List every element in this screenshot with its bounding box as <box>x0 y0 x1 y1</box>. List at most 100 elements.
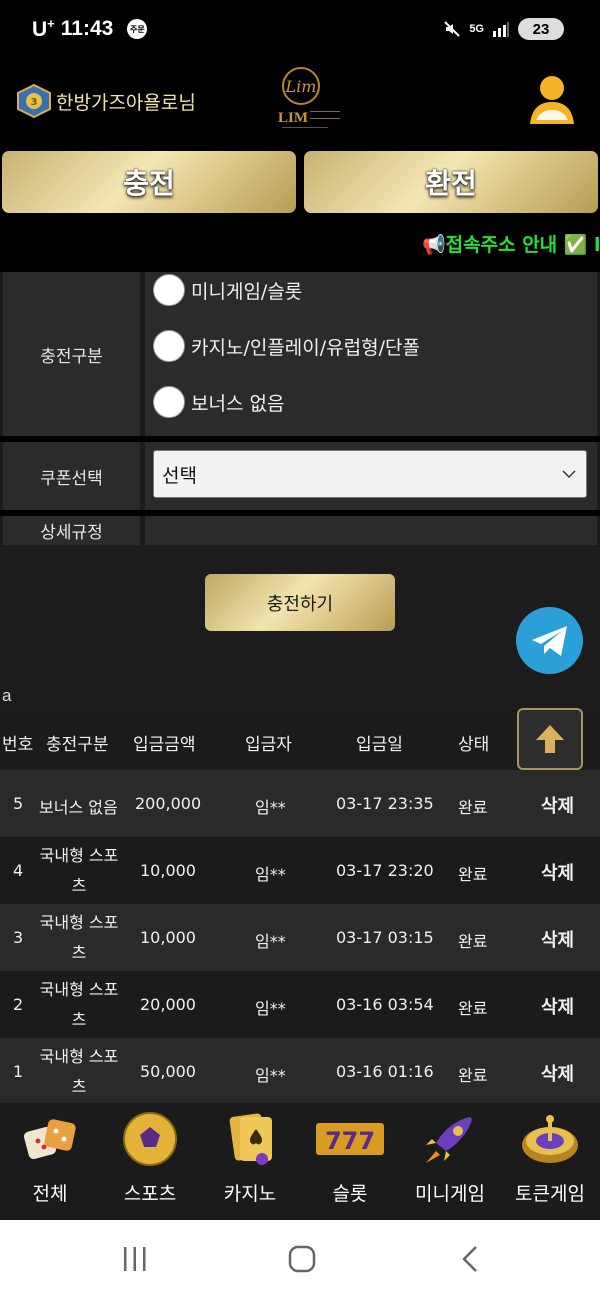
svg-text:Lim: Lim <box>285 77 317 96</box>
ticker-text: 📢접속주소 안내 ✅ l <box>422 234 600 256</box>
telegram-icon <box>531 625 567 656</box>
nav-label: 전체 <box>32 1183 68 1205</box>
delete-button[interactable]: 삭제 <box>541 1060 574 1086</box>
arrow-up-icon <box>536 725 564 753</box>
row-amount: 10,000 <box>140 928 196 947</box>
nav-item-minigame[interactable]: 미니게임 <box>400 1111 500 1211</box>
column-header: 상태 <box>458 735 490 755</box>
profile-icon[interactable] <box>528 74 576 126</box>
charge-tab-button[interactable]: 충전 <box>2 151 296 213</box>
table-row: 3 국내형 스포츠 10,000 임** 03-17 03:15 완료 삭제 <box>0 904 600 971</box>
radio-label: 카지노/인플레이/유럽형/단폴 <box>191 336 420 359</box>
radio-option-minigame-slot[interactable]: 미니게임/슬롯 <box>153 274 302 306</box>
signal-icon <box>493 22 509 37</box>
home-icon[interactable] <box>287 1244 317 1274</box>
row-no: 3 <box>13 928 24 947</box>
nav-label: 토큰게임 <box>515 1183 585 1205</box>
row-date: 03-16 03:54 <box>336 995 434 1014</box>
row-no: 1 <box>13 1062 24 1081</box>
row-date: 03-17 23:35 <box>336 794 434 813</box>
row-date: 03-17 03:15 <box>336 928 434 947</box>
roulette-icon <box>522 1115 578 1163</box>
action-row: 충전 환전 <box>0 148 600 220</box>
row-amount: 20,000 <box>140 995 196 1014</box>
system-nav-bar <box>0 1220 600 1300</box>
mute-icon <box>444 21 461 37</box>
exchange-tab-button[interactable]: 환전 <box>304 151 598 213</box>
status-bar: U+ 11:43 주문 5G 23 <box>0 0 600 56</box>
row-depositor: 임** <box>255 999 286 1018</box>
dice-icon <box>23 1119 76 1160</box>
notice-ticker: 📢접속주소 안내 ✅ l <box>0 220 600 272</box>
delete-button[interactable]: 삭제 <box>541 926 574 952</box>
svg-text:LIM: LIM <box>278 110 308 126</box>
row-depositor: 임** <box>255 1066 286 1085</box>
row-type: 국내형 스포츠 <box>39 913 119 962</box>
back-icon[interactable] <box>456 1244 486 1274</box>
radio-circle[interactable] <box>153 386 185 418</box>
radio-circle[interactable] <box>153 274 185 306</box>
row-status: 완료 <box>458 798 488 817</box>
row-depositor: 임** <box>255 865 286 884</box>
radio-option-casino[interactable]: 카지노/인플레이/유럽형/단폴 <box>153 330 420 362</box>
row-type: 국내형 스포츠 <box>39 846 119 895</box>
table-row: 4 국내형 스포츠 10,000 임** 03-17 23:20 완료 삭제 <box>0 837 600 904</box>
nav-item-sports[interactable]: 스포츠 <box>100 1111 200 1211</box>
radio-option-no-bonus[interactable]: 보너스 없음 <box>153 386 284 418</box>
history-caption: a <box>2 686 12 705</box>
game-nav: 전체 스포츠 카지노 777 슬롯 미니게임 토큰게임 <box>0 1103 600 1220</box>
coupon-select-value: 선택 <box>162 464 197 487</box>
nav-label: 스포츠 <box>123 1183 177 1205</box>
lim-logo-icon: Lim LIM <box>278 67 340 128</box>
radio-circle[interactable] <box>153 330 185 362</box>
status-left: U+ 11:43 주문 <box>32 16 148 42</box>
nav-item-casino[interactable]: 카지노 <box>200 1111 300 1211</box>
table-row: 2 국내형 스포츠 20,000 임** 03-16 03:54 완료 삭제 <box>0 971 600 1038</box>
table-row: 1 국내형 스포츠 50,000 임** 03-16 01:16 완료 삭제 <box>0 1038 600 1105</box>
row-status: 완료 <box>458 932 488 951</box>
coupon-label: 쿠폰선택 <box>3 442 140 510</box>
logo[interactable]: Lim LIM <box>256 62 346 136</box>
radio-label: 미니게임/슬롯 <box>191 280 303 303</box>
battery-icon: 23 <box>518 18 564 40</box>
nav-item-token-game[interactable]: 토큰게임 <box>500 1111 600 1211</box>
nav-item-slot[interactable]: 777 슬롯 <box>300 1111 400 1211</box>
username: 한방가즈아욜로님 <box>56 92 196 114</box>
delete-button[interactable]: 삭제 <box>541 792 574 818</box>
cards-icon <box>229 1113 272 1165</box>
row-depositor: 임** <box>255 932 286 951</box>
scroll-top-button[interactable] <box>517 708 583 770</box>
coupon-select[interactable]: 선택 <box>153 450 587 498</box>
row-no: 5 <box>13 794 24 813</box>
nav-label: 미니게임 <box>415 1183 485 1205</box>
charge-submit-button[interactable]: 충전하기 <box>205 574 395 631</box>
svg-text:3: 3 <box>31 97 38 108</box>
row-status: 완료 <box>458 1066 488 1085</box>
row-date: 03-16 01:16 <box>336 1062 434 1081</box>
nav-item-all[interactable]: 전체 <box>0 1111 100 1211</box>
soccer-ball-icon <box>123 1112 177 1166</box>
nav-label: 슬롯 <box>332 1183 368 1205</box>
detail-rules-label: 상세규정 <box>3 516 140 545</box>
column-header: 번호 <box>2 735 34 755</box>
radio-label: 보너스 없음 <box>191 392 285 415</box>
table-row: 5 보너스 없음 200,000 임** 03-17 23:35 완료 삭제 <box>0 770 600 837</box>
nav-label: 카지노 <box>223 1183 277 1205</box>
delete-button[interactable]: 삭제 <box>541 859 574 885</box>
row-status: 완료 <box>458 999 488 1018</box>
rank-badge-icon: 3 <box>17 84 51 118</box>
recent-apps-icon[interactable] <box>120 1244 150 1274</box>
row-type: 국내형 스포츠 <box>39 980 119 1029</box>
row-date: 03-17 23:20 <box>336 861 434 880</box>
delete-button[interactable]: 삭제 <box>541 993 574 1019</box>
row-type: 보너스 없음 <box>39 798 118 817</box>
notification-icon: 주문 <box>127 19 148 39</box>
row-amount: 200,000 <box>135 794 202 813</box>
svg-text:777: 777 <box>325 1127 375 1155</box>
history-table-header: 번호 충전구분 입금금액 입금자 입금일 상태 <box>0 712 600 770</box>
slot-777-icon: 777 <box>316 1123 384 1155</box>
charge-type-label: 충전구분 <box>3 272 140 436</box>
telegram-button[interactable] <box>516 607 583 674</box>
header: 3 한방가즈아욜로님 Lim LIM <box>0 56 600 148</box>
row-type: 국내형 스포츠 <box>39 1047 119 1096</box>
